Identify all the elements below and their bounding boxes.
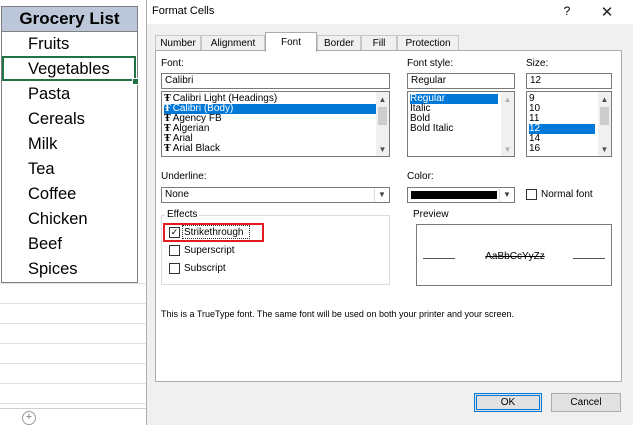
size-input[interactable]: 12 <box>526 73 612 89</box>
underline-select[interactable]: None ▼ <box>161 187 390 203</box>
grocery-item-coffee[interactable]: Coffee <box>28 182 76 207</box>
grocery-item-spices[interactable]: Spices <box>28 257 78 282</box>
color-label: Color: <box>407 171 434 182</box>
active-cell-border <box>2 56 136 81</box>
row-divider <box>0 363 146 364</box>
dialog-titlebar: Format Cells ? ✕ <box>147 0 633 24</box>
ok-button[interactable]: OK <box>474 393 542 412</box>
color-swatch <box>411 191 497 199</box>
row-divider <box>0 383 146 384</box>
strikethrough-highlight <box>163 223 264 242</box>
truetype-icon: Ŧ <box>164 94 171 104</box>
color-picker[interactable]: ▼ <box>407 187 515 203</box>
underline-label: Underline: <box>161 171 207 182</box>
superscript-row[interactable]: Superscript <box>169 244 269 258</box>
tab-font[interactable]: Font <box>265 32 317 52</box>
row-divider <box>0 343 146 344</box>
grocery-list-header[interactable]: Grocery List <box>1 6 138 32</box>
chevron-down-icon[interactable]: ▼ <box>374 188 389 202</box>
truetype-info-text: This is a TrueType font. The same font w… <box>161 309 515 319</box>
cancel-button[interactable]: Cancel <box>551 393 621 412</box>
truetype-icon: Ŧ <box>164 144 171 154</box>
row-divider <box>0 323 146 324</box>
grocery-item-pasta[interactable]: Pasta <box>28 82 70 107</box>
font-style-label: Font style: <box>407 58 454 69</box>
subscript-checkbox[interactable] <box>169 263 180 274</box>
size-list[interactable]: 9 10 11 12 14 16 ▲ ▼ <box>526 91 612 157</box>
tab-number[interactable]: Number <box>155 35 201 51</box>
size-scrollbar[interactable]: ▲ ▼ <box>598 92 611 156</box>
fill-handle[interactable] <box>132 78 139 85</box>
tab-fill[interactable]: Fill <box>361 35 397 51</box>
normal-font-checkbox-row[interactable]: Normal font <box>526 188 616 202</box>
font-list-scrollbar[interactable]: ▲ ▼ <box>376 92 389 156</box>
truetype-icon: Ŧ <box>164 104 171 114</box>
preview-baseline <box>573 258 605 259</box>
grocery-item-milk[interactable]: Milk <box>28 132 57 157</box>
row-divider <box>0 403 146 404</box>
superscript-checkbox[interactable] <box>169 245 180 256</box>
help-button[interactable]: ? <box>560 4 574 18</box>
underline-value: None <box>165 189 189 200</box>
size-item[interactable]: 16 <box>529 144 540 154</box>
normal-font-label: Normal font <box>541 189 593 200</box>
subscript-label: Subscript <box>184 263 226 274</box>
tab-alignment[interactable]: Alignment <box>201 35 265 51</box>
scroll-up-icon[interactable]: ▲ <box>376 94 389 105</box>
font-label: Font: <box>161 58 184 69</box>
scroll-up-icon[interactable]: ▲ <box>598 94 611 105</box>
scroll-down-icon[interactable]: ▼ <box>376 144 389 155</box>
superscript-label: Superscript <box>184 245 235 256</box>
font-style-list[interactable]: Regular Italic Bold Bold Italic ▲ ▼ <box>407 91 515 157</box>
font-tab-panel: Font: Calibri Ŧ Calibri Light (Headings) … <box>155 50 622 382</box>
preview-baseline <box>423 258 455 259</box>
subscript-row[interactable]: Subscript <box>169 262 269 276</box>
format-cells-dialog: Format Cells ? ✕ Number Alignment Font B… <box>146 0 633 425</box>
grocery-item-cereals[interactable]: Cereals <box>28 107 85 132</box>
scroll-thumb[interactable] <box>600 107 609 125</box>
preview-title: Preview <box>411 209 451 220</box>
grocery-item-fruits[interactable]: Fruits <box>28 32 69 57</box>
font-list[interactable]: Ŧ Calibri Light (Headings) Ŧ Calibri (Body… <box>161 91 390 157</box>
tab-border[interactable]: Border <box>317 35 361 51</box>
row-divider <box>0 283 146 284</box>
truetype-icon: Ŧ <box>164 134 171 144</box>
grocery-item-tea[interactable]: Tea <box>28 157 55 182</box>
sheet-tab-bar: + <box>0 408 146 426</box>
truetype-icon: Ŧ <box>164 114 171 124</box>
font-style-scrollbar[interactable]: ▲ ▼ <box>501 92 514 156</box>
truetype-icon: Ŧ <box>164 124 171 134</box>
font-style-input[interactable]: Regular <box>407 73 515 89</box>
chevron-down-icon[interactable]: ▼ <box>499 188 514 202</box>
preview-box: AaBbCcYyZz <box>416 224 612 286</box>
normal-font-checkbox[interactable] <box>526 189 537 200</box>
dialog-title: Format Cells <box>152 5 215 17</box>
font-style-item[interactable]: Bold Italic <box>410 124 453 134</box>
font-input[interactable]: Calibri <box>161 73 390 89</box>
scroll-up-icon[interactable]: ▲ <box>501 94 514 105</box>
scroll-thumb[interactable] <box>378 107 387 125</box>
font-list-item[interactable]: Ŧ Arial Black <box>164 144 220 155</box>
spreadsheet-grid: Grocery List Fruits Vegetables Pasta Cer… <box>0 0 146 426</box>
close-button[interactable]: ✕ <box>599 3 615 21</box>
add-sheet-icon[interactable]: + <box>22 411 36 425</box>
preview-sample-text: AaBbCcYyZz <box>485 251 545 262</box>
size-label: Size: <box>526 58 549 69</box>
row-divider <box>0 303 146 304</box>
grocery-item-chicken[interactable]: Chicken <box>28 207 88 232</box>
effects-title: Effects <box>165 209 200 220</box>
scroll-down-icon[interactable]: ▼ <box>501 144 514 155</box>
scroll-down-icon[interactable]: ▼ <box>598 144 611 155</box>
tab-protection[interactable]: Protection <box>397 35 459 51</box>
grocery-item-beef[interactable]: Beef <box>28 232 62 257</box>
